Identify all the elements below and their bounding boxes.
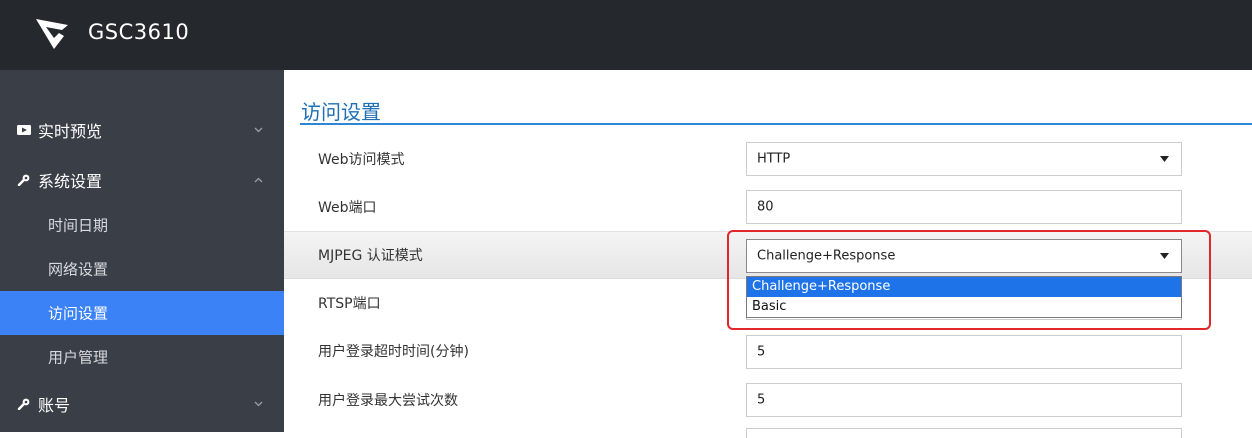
form-row-login-timeout: 用户登录超时时间(分钟) 5	[284, 327, 1252, 375]
input-value: 80	[757, 199, 774, 215]
sidebar-subitem-user-management[interactable]: 用户管理	[0, 335, 284, 379]
dropdown-arrow-icon	[1160, 156, 1169, 162]
field-label: Web访问模式	[318, 152, 405, 168]
sidebar-subitem-label: 网络设置	[48, 260, 109, 279]
video-icon	[17, 125, 31, 135]
sidebar-subitem-network[interactable]: 网络设置	[0, 247, 284, 291]
logo-icon	[36, 19, 68, 49]
field-label: 用户登录超时时间(分钟)	[318, 344, 469, 360]
sidebar-item-live-view[interactable]: 实时预览	[0, 107, 284, 153]
title-divider	[300, 123, 1252, 125]
sidebar-item-label: 账号	[38, 396, 71, 415]
field-label: MJPEG 认证模式	[318, 248, 423, 264]
web-access-mode-select[interactable]: HTTP	[746, 142, 1182, 176]
max-login-attempts-input[interactable]: 5	[746, 383, 1182, 417]
sidebar-item-label: 系统设置	[38, 172, 103, 191]
sidebar-subitem-label: 访问设置	[48, 304, 109, 323]
field-label: 用户登录最大尝试次数	[318, 393, 458, 409]
highlight-annotation-box	[727, 230, 1211, 330]
sidebar-subitem-label: 时间日期	[48, 216, 109, 235]
form-row-web-port: Web端口 80	[284, 183, 1252, 231]
sidebar-subitem-date-time[interactable]: 时间日期	[0, 203, 284, 247]
input-value: 5	[757, 344, 766, 360]
top-bar: GSC3610	[0, 0, 1252, 70]
web-port-input[interactable]: 80	[746, 190, 1182, 224]
field-label: RTSP端口	[318, 296, 381, 312]
sidebar-item-account[interactable]: 账号	[0, 381, 284, 427]
form-row-max-login-attempts: 用户登录最大尝试次数 5	[284, 376, 1252, 424]
input-value: 5	[757, 392, 766, 408]
page-title: 访问设置	[301, 100, 381, 124]
wrench-icon	[17, 398, 30, 410]
sidebar-item-label: 实时预览	[38, 122, 103, 141]
chevron-up-icon	[254, 177, 263, 183]
wrench-icon	[17, 174, 30, 186]
sidebar-subitem-access-settings[interactable]: 访问设置	[0, 291, 284, 335]
sidebar-subitem-label: 用户管理	[48, 348, 109, 367]
next-field-input[interactable]	[746, 428, 1182, 438]
select-value: HTTP	[757, 151, 791, 167]
login-timeout-input[interactable]: 5	[746, 335, 1182, 369]
sidebar-item-system-settings[interactable]: 系统设置	[0, 157, 284, 203]
field-label: Web端口	[318, 200, 377, 216]
form-row-web-access-mode: Web访问模式 HTTP	[284, 135, 1252, 183]
app-title: GSC3610	[88, 20, 190, 44]
sidebar: 实时预览 系统设置 时间日期 网络设置 访问设置 用户管理 账号	[0, 70, 284, 432]
chevron-down-icon	[254, 401, 263, 407]
chevron-down-icon	[254, 127, 263, 133]
